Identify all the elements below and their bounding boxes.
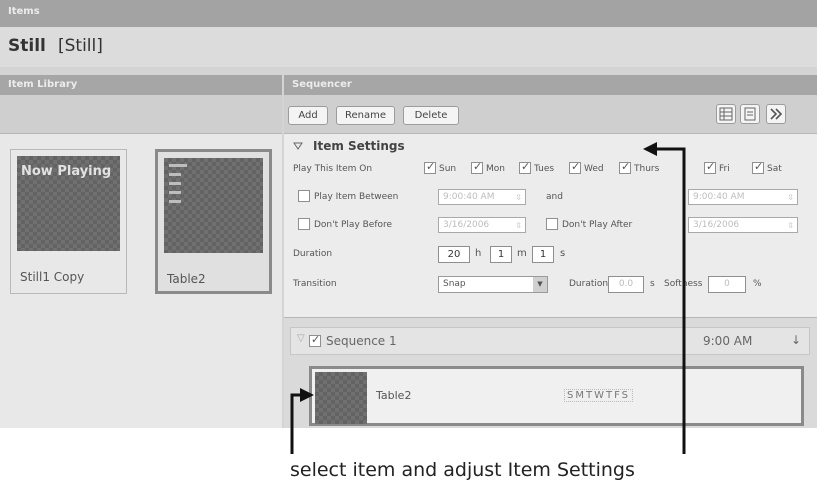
instruction-caption: select item and adjust Item Settings <box>290 459 635 481</box>
callout-arrows <box>290 142 686 454</box>
arrow-to-sequence-item <box>290 393 303 454</box>
arrow-head-icon <box>643 142 657 156</box>
arrow-to-item-settings <box>654 147 686 454</box>
arrow-head-icon <box>300 388 314 402</box>
